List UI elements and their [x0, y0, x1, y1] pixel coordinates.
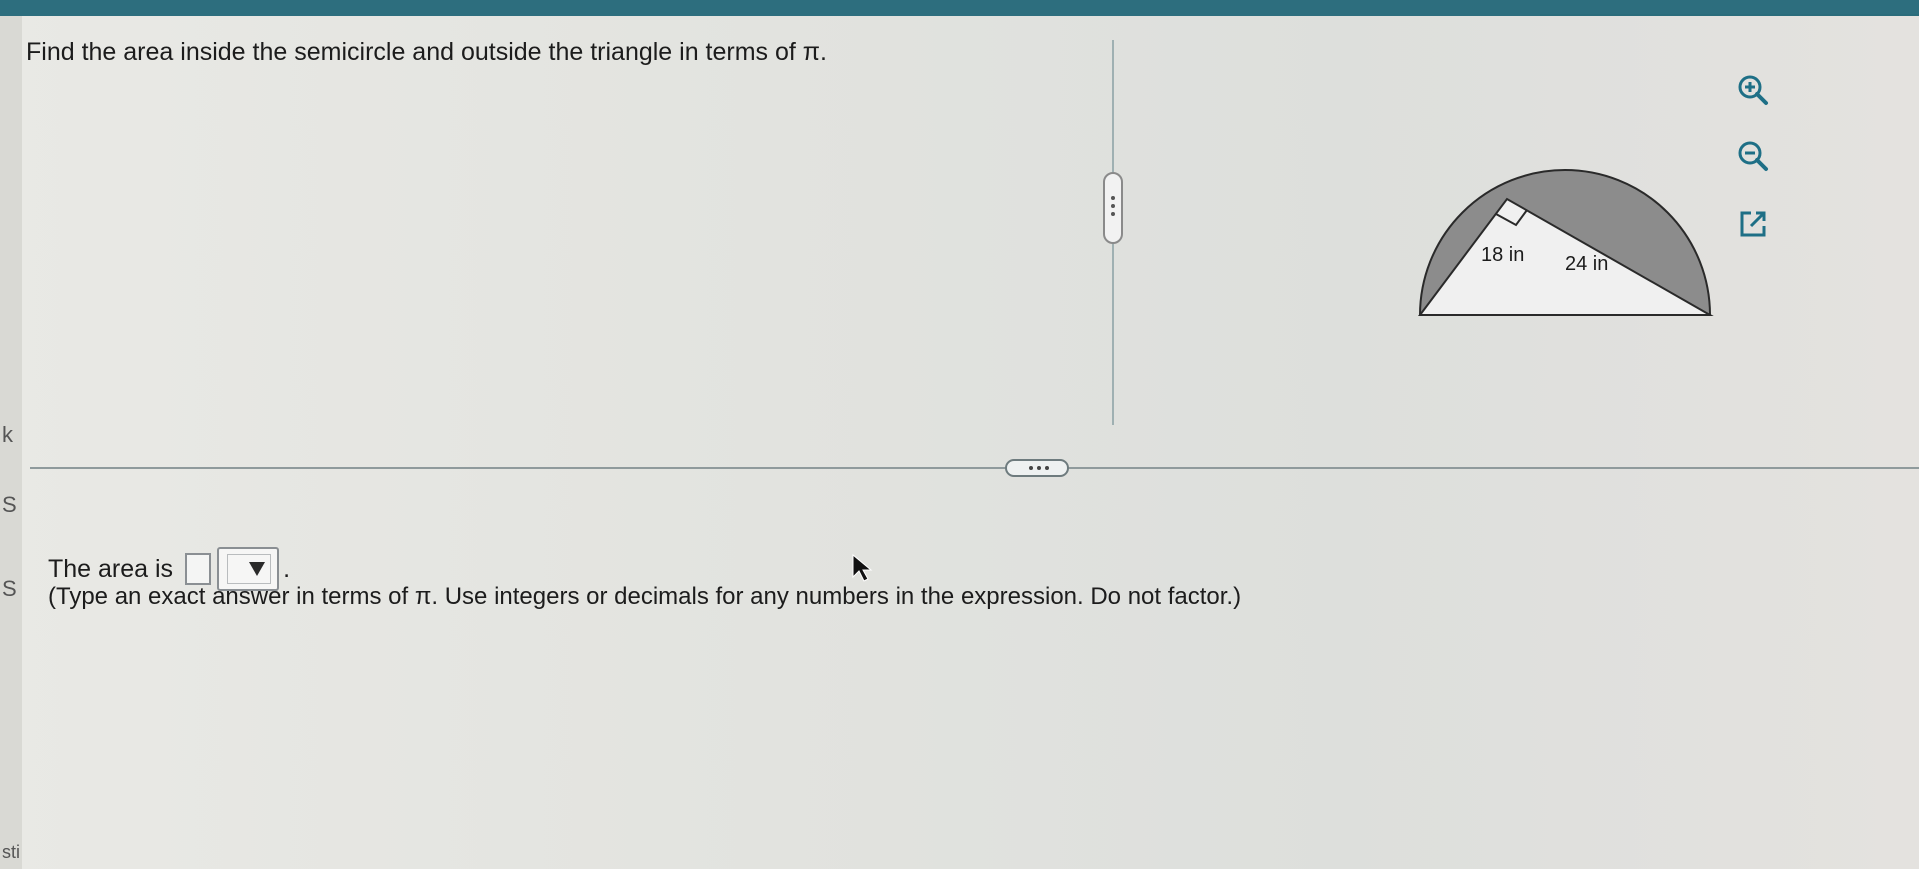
answer-prefix: The area is: [48, 554, 174, 583]
zoom-in-icon: [1738, 75, 1768, 105]
question-text: Find the area inside the semicircle and …: [26, 38, 827, 66]
vertical-resize-handle[interactable]: [1103, 172, 1123, 244]
zoom-out-button[interactable]: [1735, 138, 1771, 174]
horizontal-resize-handle[interactable]: [1005, 459, 1069, 477]
answer-instructions: (Type an exact answer in terms of π. Use…: [48, 583, 1242, 610]
top-header-bar: [0, 0, 1919, 16]
pane-divider-horizontal: [30, 467, 1919, 469]
external-link-icon: [1740, 211, 1766, 237]
edge-letter: S: [2, 576, 17, 601]
leg-label-18: 18 in: [1481, 244, 1524, 266]
mouse-cursor-icon: [852, 553, 873, 582]
drag-dots-icon: [1111, 196, 1115, 200]
edge-letter: S: [2, 492, 17, 517]
question-page: [0, 16, 1919, 869]
edge-letter: k: [2, 422, 13, 447]
zoom-out-icon: [1738, 141, 1768, 171]
zoom-in-button[interactable]: [1735, 72, 1771, 108]
popout-button[interactable]: [1735, 206, 1771, 242]
ellipsis-icon: [1029, 466, 1033, 470]
leg-label-24: 24 in: [1565, 253, 1608, 275]
area-answer-input[interactable]: [185, 553, 212, 585]
figure-svg: 18 in 24 in: [1418, 169, 1714, 316]
answer-suffix: .: [283, 554, 291, 583]
dropdown-arrow-icon: [249, 562, 266, 576]
semicircle-triangle-figure: 18 in 24 in: [1410, 155, 1720, 325]
edge-letter: sti: [2, 842, 20, 862]
left-panel-edge: k S S sti: [0, 16, 22, 869]
